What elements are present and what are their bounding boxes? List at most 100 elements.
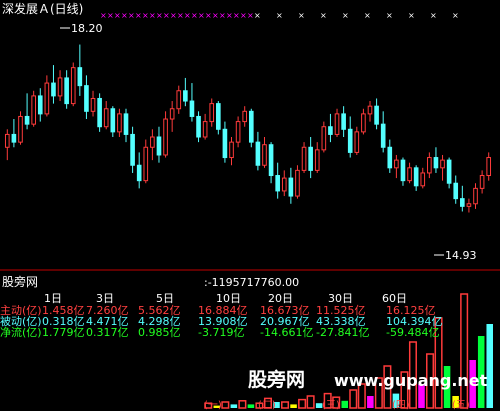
x-marker: (二) bbox=[258, 400, 276, 411]
candle-body bbox=[466, 203, 472, 207]
candle-body bbox=[97, 97, 102, 128]
signal-marker: × bbox=[240, 11, 247, 20]
signal-marker: × bbox=[121, 11, 128, 20]
signal-marker: × bbox=[128, 11, 135, 20]
signal-marker: × bbox=[408, 11, 415, 20]
candle-body bbox=[321, 126, 327, 151]
row-value: 0.317亿 bbox=[86, 326, 129, 339]
signal-marker: × bbox=[364, 11, 371, 20]
low-price-label: 14.93 bbox=[445, 249, 477, 262]
signal-marker: × bbox=[233, 11, 240, 20]
candle-body bbox=[176, 90, 182, 110]
candle-body bbox=[24, 115, 30, 125]
candle-body bbox=[394, 159, 399, 169]
candle-body bbox=[235, 121, 241, 143]
candle-body bbox=[84, 85, 89, 112]
flow-bar bbox=[486, 324, 493, 408]
candle-body bbox=[37, 95, 43, 115]
candle-body bbox=[202, 121, 208, 138]
flow-bar bbox=[349, 389, 358, 409]
signal-marker: × bbox=[219, 11, 226, 20]
candle-body bbox=[486, 157, 492, 177]
signal-marker: × bbox=[226, 11, 233, 20]
candle-body bbox=[209, 103, 215, 123]
candle-body bbox=[136, 164, 142, 182]
candle-body bbox=[460, 198, 465, 207]
row-value: -14.661亿 bbox=[260, 326, 313, 339]
panel-value: :-1195717760.00 bbox=[204, 276, 299, 289]
watermark-url: www.gupang.net bbox=[334, 371, 488, 390]
candle-body bbox=[216, 103, 221, 130]
flow-bar bbox=[306, 395, 315, 409]
signal-marker: × bbox=[298, 11, 305, 20]
flow-bar bbox=[341, 400, 348, 408]
candle-body bbox=[156, 136, 162, 156]
x-marker: (四) bbox=[392, 400, 410, 411]
candle-body bbox=[242, 110, 248, 123]
candle-body bbox=[380, 123, 386, 148]
candle-body bbox=[44, 82, 50, 115]
candle-body bbox=[189, 100, 195, 117]
signal-marker: × bbox=[191, 11, 198, 20]
candle-body bbox=[183, 90, 188, 102]
candle-body bbox=[77, 67, 83, 87]
candle-body bbox=[255, 141, 261, 166]
signal-marker: × bbox=[149, 11, 156, 20]
row-value: -27.841亿 bbox=[316, 326, 369, 339]
signal-marker: × bbox=[114, 11, 121, 20]
candle-body bbox=[248, 110, 254, 143]
candle-body bbox=[387, 146, 393, 169]
x-marker: (五) bbox=[452, 400, 470, 411]
signal-marker: × bbox=[342, 11, 349, 20]
candle-body bbox=[334, 113, 340, 135]
signal-marker: × bbox=[156, 11, 163, 20]
candle-body bbox=[117, 113, 122, 133]
watermark-cn: 股旁网 bbox=[248, 368, 305, 391]
signal-marker: × bbox=[135, 11, 142, 20]
candle-body bbox=[367, 105, 373, 115]
candle-body bbox=[229, 141, 234, 159]
candle-body bbox=[169, 108, 175, 120]
candle-body bbox=[433, 157, 439, 169]
candle-body bbox=[361, 113, 366, 133]
candle-body bbox=[295, 169, 300, 197]
x-marker: (三) bbox=[322, 400, 340, 411]
candle-body bbox=[275, 175, 280, 192]
panel-title: 股旁网 bbox=[2, 274, 38, 289]
candle-body bbox=[150, 136, 155, 148]
candle-body bbox=[196, 115, 201, 138]
signal-marker: × bbox=[452, 11, 459, 20]
flow-bar bbox=[460, 293, 469, 409]
signal-marker: × bbox=[142, 11, 149, 20]
candle-body bbox=[374, 105, 379, 125]
flow-bar bbox=[281, 401, 290, 409]
flow-bar bbox=[221, 401, 230, 409]
candle-body bbox=[11, 133, 17, 143]
candle-body bbox=[440, 159, 445, 169]
flow-bar bbox=[298, 398, 307, 409]
candle-body bbox=[328, 126, 333, 135]
candle-body bbox=[268, 144, 274, 177]
row-value: 1.779亿 bbox=[42, 326, 85, 339]
candle-body bbox=[479, 175, 485, 189]
candle-body bbox=[400, 159, 406, 182]
candle-body bbox=[427, 157, 432, 174]
candle-body bbox=[347, 128, 353, 153]
row-value: 0.985亿 bbox=[138, 326, 181, 339]
row-value: -59.484亿 bbox=[386, 326, 439, 339]
row-value: -3.719亿 bbox=[198, 326, 244, 339]
signal-marker: × bbox=[177, 11, 184, 20]
signal-marker: × bbox=[247, 11, 254, 20]
candle-body bbox=[143, 146, 149, 182]
candle-body bbox=[446, 159, 452, 184]
candle-body bbox=[18, 115, 23, 143]
flow-bar bbox=[230, 404, 238, 408]
candle-body bbox=[281, 177, 287, 192]
candle-body bbox=[308, 146, 313, 171]
candle-body bbox=[163, 118, 168, 156]
candle-body bbox=[453, 182, 459, 200]
candle-body bbox=[420, 172, 426, 187]
candle-body bbox=[57, 77, 63, 97]
candle-body bbox=[90, 97, 96, 112]
signal-marker: × bbox=[163, 11, 170, 20]
